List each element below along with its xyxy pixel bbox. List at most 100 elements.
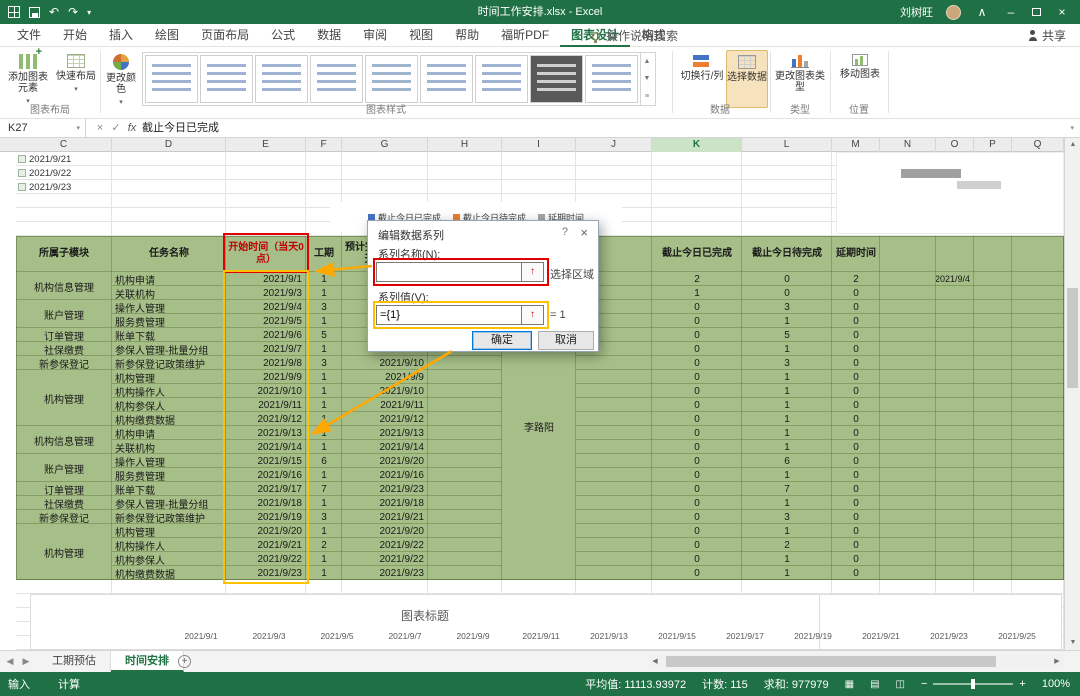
cell-D49[interactable]: 机构缴费数据 [112, 566, 226, 581]
cell-O31[interactable] [936, 314, 974, 328]
cell-F36[interactable]: 1 [306, 384, 342, 398]
cell-F32[interactable]: 5 [306, 328, 342, 342]
cell-H46[interactable] [428, 524, 502, 538]
select-data-button[interactable]: 选择数据 [726, 50, 768, 108]
cell-F37[interactable]: 1 [306, 398, 342, 412]
cell-L42[interactable]: 1 [742, 468, 832, 482]
cell-G47[interactable]: 2021/9/22 [342, 538, 428, 552]
tab-帮助[interactable]: 帮助 [444, 24, 490, 47]
column-header-C[interactable]: C [16, 138, 112, 152]
cell-P33[interactable] [974, 342, 1012, 356]
dialog-help-icon[interactable]: ? [562, 226, 568, 238]
cell-G36[interactable]: 2021/9/10 [342, 384, 428, 398]
cell-K36[interactable]: 0 [652, 384, 742, 398]
add-chart-element-button[interactable]: 添加图表元素 ▾ [4, 47, 52, 108]
header-cell-F[interactable]: 工期 [306, 236, 342, 272]
module-cell-44[interactable]: 社保缴费 [16, 496, 112, 511]
cell-L45[interactable]: 3 [742, 510, 832, 524]
cell-G39[interactable]: 2021/9/13 [342, 426, 428, 440]
cell-G37[interactable]: 2021/9/11 [342, 398, 428, 412]
cell-J49[interactable] [576, 566, 652, 580]
undo-icon[interactable]: ↶ [49, 6, 59, 18]
cell-L41[interactable]: 6 [742, 454, 832, 468]
cell-N34[interactable] [880, 356, 936, 370]
name-box[interactable]: K27 ▾ [0, 119, 86, 138]
cell-K49[interactable]: 0 [652, 566, 742, 580]
cell-H35[interactable] [428, 370, 502, 384]
cell-H48[interactable] [428, 552, 502, 566]
cell-N48[interactable] [880, 552, 936, 566]
column-header-E[interactable]: E [226, 138, 306, 152]
scroll-right-icon[interactable]: ▶ [1050, 654, 1064, 669]
chart-style-option[interactable] [530, 55, 583, 103]
cell-F33[interactable]: 1 [306, 342, 342, 356]
cell-D36[interactable]: 机构操作人 [112, 384, 226, 399]
cell-N42[interactable] [880, 468, 936, 482]
cell-D34[interactable]: 新参保登记政策维护 [112, 356, 226, 371]
cell-F45[interactable]: 3 [306, 510, 342, 524]
cell-N39[interactable] [880, 426, 936, 440]
module-cell-46[interactable]: 机构管理 [16, 524, 112, 580]
module-cell-30[interactable]: 账户管理 [16, 300, 112, 328]
minimize-icon[interactable]: – [1003, 0, 1019, 24]
chart-style-option[interactable] [310, 55, 363, 103]
vertical-scroll-thumb[interactable] [1067, 288, 1078, 388]
cell-O37[interactable] [936, 398, 974, 412]
module-cell-43[interactable]: 订单管理 [16, 482, 112, 497]
cell-N31[interactable] [880, 314, 936, 328]
cell-K35[interactable]: 0 [652, 370, 742, 384]
cell-M45[interactable]: 0 [832, 510, 880, 524]
chart-style-option[interactable] [585, 55, 638, 103]
gallery-scrollbar[interactable]: ▲ ▼ ≡ [640, 53, 653, 105]
cell-M34[interactable]: 0 [832, 356, 880, 370]
cell-O42[interactable] [936, 468, 974, 482]
cell-F28[interactable]: 1 [306, 272, 342, 286]
customize-qat-icon[interactable]: ▾ [87, 8, 91, 17]
header-cell-N[interactable] [880, 236, 936, 272]
cell-K43[interactable]: 0 [652, 482, 742, 496]
cell-Q31[interactable] [1012, 314, 1064, 328]
formula-bar-expand-icon[interactable]: ▾ [1070, 119, 1074, 138]
ok-button[interactable]: 确定 [472, 331, 532, 350]
cell-L36[interactable]: 1 [742, 384, 832, 398]
tab-审阅[interactable]: 审阅 [352, 24, 398, 47]
cell-L35[interactable]: 1 [742, 370, 832, 384]
cell-P30[interactable] [974, 300, 1012, 314]
save-icon[interactable] [29, 6, 40, 18]
cell-J40[interactable] [576, 440, 652, 454]
cell-Q28[interactable] [1012, 272, 1064, 286]
cell-L40[interactable]: 1 [742, 440, 832, 454]
header-cell-Q[interactable] [1012, 236, 1064, 272]
cell-O34[interactable] [936, 356, 974, 370]
cell-F46[interactable]: 1 [306, 524, 342, 538]
cell-Q38[interactable] [1012, 412, 1064, 426]
column-header-Q[interactable]: Q [1012, 138, 1064, 152]
column-header-F[interactable]: F [306, 138, 342, 152]
cell-M49[interactable]: 0 [832, 566, 880, 580]
vertical-scrollbar[interactable]: ▲ ▼ [1064, 138, 1080, 650]
cell-N30[interactable] [880, 300, 936, 314]
cell-Q49[interactable] [1012, 566, 1064, 580]
cell-H37[interactable] [428, 398, 502, 412]
formula-content[interactable]: 截止今日已完成 [142, 119, 219, 138]
cell-P39[interactable] [974, 426, 1012, 440]
change-colors-button[interactable]: 更改颜色 ▾ [102, 50, 140, 108]
cell-P31[interactable] [974, 314, 1012, 328]
cell-J37[interactable] [576, 398, 652, 412]
cell-O29[interactable] [936, 286, 974, 300]
cancel-entry-icon[interactable]: × [92, 119, 108, 138]
module-cell-39[interactable]: 机构信息管理 [16, 426, 112, 454]
column-header-J[interactable]: J [576, 138, 652, 152]
column-header-L[interactable]: L [742, 138, 832, 152]
cell-N49[interactable] [880, 566, 936, 580]
cell-M28[interactable]: 2 [832, 272, 880, 286]
cell-N45[interactable] [880, 510, 936, 524]
module-cell-33[interactable]: 社保缴费 [16, 342, 112, 357]
tab-绘图[interactable]: 绘图 [144, 24, 190, 47]
change-chart-type-button[interactable]: 更改图表类型 [774, 50, 826, 108]
scroll-up-icon[interactable]: ▲ [1065, 138, 1080, 152]
cell-L28[interactable]: 0 [742, 272, 832, 286]
horizontal-scrollbar[interactable]: ◀ ▶ [648, 654, 1064, 669]
cell-O49[interactable] [936, 566, 974, 580]
cell-J35[interactable] [576, 370, 652, 384]
